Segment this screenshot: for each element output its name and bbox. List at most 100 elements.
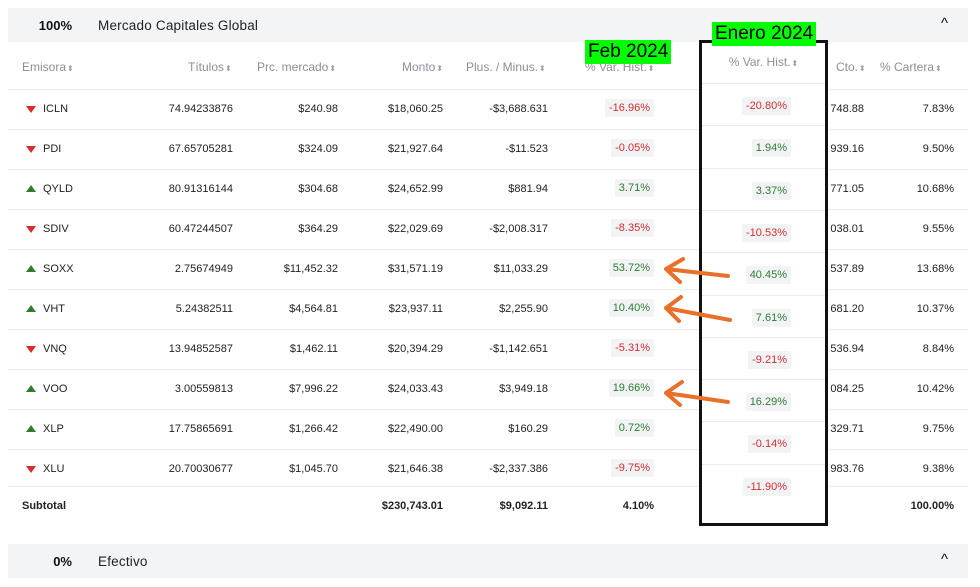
plus-minus: -$2,337.386 xyxy=(489,463,548,475)
var-hist-enero-badge: -11.90% xyxy=(742,477,791,496)
trend-down-icon xyxy=(26,226,36,233)
trend-up-icon xyxy=(26,305,36,312)
cto: 983.76 xyxy=(830,463,864,475)
cartera: 7.83% xyxy=(922,103,954,115)
var-hist-enero-badge: 16.29% xyxy=(745,393,791,412)
col-header-monto[interactable]: Monto⬍ xyxy=(402,60,443,74)
var-hist-enero-badge: -0.14% xyxy=(748,435,791,454)
trend-up-icon xyxy=(26,385,36,392)
cartera: 9.38% xyxy=(922,463,954,475)
plus-minus: -$1,142.651 xyxy=(489,343,548,355)
section-percent: 0% xyxy=(53,553,72,569)
cartera: 8.84% xyxy=(922,343,954,355)
cartera: 10.68% xyxy=(916,183,954,195)
sort-icon: ⬍ xyxy=(647,64,655,73)
plus-minus: -$3,688.631 xyxy=(489,103,548,115)
col-header-cartera[interactable]: % Cartera⬍ xyxy=(880,60,942,74)
enero-row: -9.21% xyxy=(702,336,825,380)
ticker: QYLD xyxy=(43,183,73,195)
plus-minus: $160.29 xyxy=(508,423,548,435)
cto: 038.01 xyxy=(830,223,864,235)
titulos: 60.47244507 xyxy=(168,223,233,235)
section-title: Efectivo xyxy=(98,553,148,569)
section-header-efectivo[interactable]: 0% Efectivo ^ xyxy=(8,544,968,578)
sort-icon: ⬍ xyxy=(859,64,866,73)
var-hist-badge: -8.35% xyxy=(611,219,654,237)
var-hist-badge: 10.40% xyxy=(608,299,654,317)
var-hist-badge: 3.71% xyxy=(614,179,654,197)
enero-row: 1.94% xyxy=(702,125,825,168)
enero-row: 40.45% xyxy=(702,252,825,295)
var-hist-enero-badge: -9.21% xyxy=(748,350,791,369)
enero-row: -0.14% xyxy=(702,421,825,464)
var-hist-badge: 53.72% xyxy=(608,259,654,277)
cartera: 9.50% xyxy=(922,143,954,155)
feb-2024-label: Feb 2024 xyxy=(585,40,672,64)
trend-up-icon xyxy=(26,185,36,192)
precio: $11,452.32 xyxy=(283,263,338,275)
titulos: 17.75865691 xyxy=(168,423,233,435)
col-header-precio[interactable]: Prc. mercado⬍ xyxy=(257,60,336,74)
monto: $24,033.43 xyxy=(387,383,443,395)
var-hist-enero-badge: -20.80% xyxy=(742,97,791,115)
monto: $18,060.25 xyxy=(387,103,443,115)
enero-row: -11.90% xyxy=(702,463,825,507)
var-hist-badge: -16.96% xyxy=(605,99,654,117)
var-hist-badge: -9.75% xyxy=(611,459,654,477)
plus-minus: -$11.523 xyxy=(505,143,548,155)
sort-icon: ⬍ xyxy=(67,64,74,73)
col-label: Plus. / Minus. xyxy=(466,60,539,74)
ticker: VHT xyxy=(43,303,65,315)
precio: $1,462.11 xyxy=(289,343,338,355)
section-percent: 100% xyxy=(38,17,72,33)
section-header-mercado[interactable]: 100% Mercado Capitales Global ^ xyxy=(8,8,968,42)
col-label: Monto xyxy=(402,60,436,74)
var-hist-enero-badge: -10.53% xyxy=(742,223,791,242)
monto: $31,571.19 xyxy=(387,263,443,275)
col-header-emisora[interactable]: Emisora⬍ xyxy=(22,60,74,74)
trend-down-icon xyxy=(26,146,36,153)
precio: $240.98 xyxy=(298,103,338,115)
var-hist-enero-badge: 3.37% xyxy=(751,181,791,200)
col-header-cto[interactable]: Cto.⬍ xyxy=(836,60,866,74)
trend-up-icon xyxy=(26,425,36,432)
ticker: XLP xyxy=(43,423,64,435)
monto: $24,652.99 xyxy=(387,183,443,195)
subtotal-plus: $9,092.11 xyxy=(499,500,548,512)
trend-down-icon xyxy=(26,466,36,473)
ticker: VOO xyxy=(43,383,68,395)
ticker: XLU xyxy=(43,463,65,475)
plus-minus: $881.94 xyxy=(508,183,548,195)
subtotal-monto: $230,743.01 xyxy=(381,500,443,512)
col-header-var-enero: % Var. Hist.⬍ xyxy=(702,55,825,69)
cartera: 10.42% xyxy=(916,383,954,395)
chevron-up-icon[interactable]: ^ xyxy=(941,15,948,32)
titulos: 2.75674949 xyxy=(174,263,233,275)
chevron-up-icon[interactable]: ^ xyxy=(941,551,948,568)
plus-minus: -$2,008.317 xyxy=(489,223,548,235)
var-hist-enero-badge: 7.61% xyxy=(751,308,791,327)
cto: 536.94 xyxy=(830,343,864,355)
cartera: 10.37% xyxy=(916,303,954,315)
var-hist-badge: 19.66% xyxy=(608,379,654,397)
col-header-titulos[interactable]: Títulos⬍ xyxy=(188,60,232,74)
enero-comparison-panel: % Var. Hist.⬍ -20.80% 1.94% 3.37% -10.53% 40… xyxy=(699,40,828,526)
cartera: 13.68% xyxy=(916,263,954,275)
enero-row: 3.37% xyxy=(702,167,825,211)
col-label: % Cartera xyxy=(880,60,935,74)
cto: 771.05 xyxy=(830,183,864,195)
col-label: Prc. mercado xyxy=(257,60,329,74)
col-label: Títulos xyxy=(188,60,225,74)
subtotal-label: Subtotal xyxy=(22,500,66,512)
sort-icon: ⬍ xyxy=(791,59,799,68)
col-label: Cto. xyxy=(836,60,859,74)
cto: 329.71 xyxy=(830,423,864,435)
col-header-plus[interactable]: Plus. / Minus.⬍ xyxy=(466,60,546,74)
col-label: % Var. Hist. xyxy=(728,55,791,69)
cto: 084.25 xyxy=(830,383,864,395)
col-label: Emisora xyxy=(22,60,67,74)
ticker: SDIV xyxy=(43,223,69,235)
enero-row: 16.29% xyxy=(702,379,825,422)
titulos: 5.24382511 xyxy=(175,303,233,315)
cartera: 9.75% xyxy=(922,423,954,435)
